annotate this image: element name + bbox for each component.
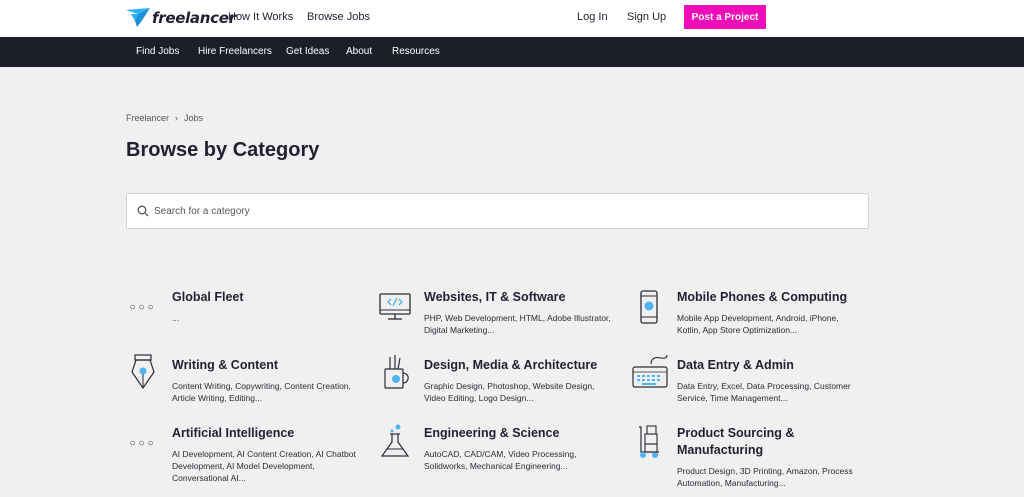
dots-icon: ○○○ bbox=[129, 301, 157, 313]
freelancer-logo[interactable]: freelancer bbox=[126, 6, 236, 30]
category-title[interactable]: Artificial Intelligence bbox=[172, 425, 294, 442]
category-title[interactable]: Writing & Content bbox=[172, 357, 278, 374]
browse-jobs-link[interactable]: Browse Jobs bbox=[307, 11, 370, 23]
post-project-button[interactable]: Post a Project bbox=[684, 5, 766, 29]
logo-text: freelancer bbox=[152, 9, 236, 27]
category-card-product-sourcing[interactable]: Product Sourcing & Manufacturing Product… bbox=[631, 425, 861, 491]
category-title[interactable]: Engineering & Science bbox=[424, 425, 559, 442]
monitor-code-icon bbox=[378, 290, 412, 324]
nav-find-jobs[interactable]: Find Jobs bbox=[136, 46, 179, 57]
breadcrumb-freelancer[interactable]: Freelancer bbox=[126, 113, 169, 123]
flask-icon bbox=[378, 424, 412, 458]
category-card-global-fleet[interactable]: ○○○ Global Fleet ... bbox=[126, 289, 356, 339]
category-card-data-entry[interactable]: Data Entry & Admin Data Entry, Excel, Da… bbox=[631, 354, 861, 407]
category-desc: AI Development, AI Content Creation, AI … bbox=[172, 449, 356, 483]
category-card-engineering-science[interactable]: Engineering & Science AutoCAD, CAD/CAM, … bbox=[378, 424, 608, 475]
main-nav: Find Jobs Hire Freelancers Get Ideas Abo… bbox=[0, 37, 1024, 67]
category-search-box bbox=[126, 193, 869, 229]
category-desc: Data Entry, Excel, Data Processing, Cust… bbox=[677, 381, 851, 403]
breadcrumb: Freelancer › Jobs bbox=[126, 113, 203, 123]
top-header: freelancer How It Works Browse Jobs Log … bbox=[0, 0, 1024, 37]
nav-about[interactable]: About bbox=[346, 46, 372, 57]
category-title[interactable]: Product Sourcing & Manufacturing bbox=[677, 425, 827, 459]
breadcrumb-separator: › bbox=[175, 113, 179, 123]
nav-get-ideas[interactable]: Get Ideas bbox=[286, 46, 329, 57]
signup-link[interactable]: Sign Up bbox=[627, 11, 666, 23]
category-title[interactable]: Mobile Phones & Computing bbox=[677, 289, 847, 306]
category-desc: Mobile App Development, Android, iPhone,… bbox=[677, 313, 839, 335]
category-title[interactable]: Data Entry & Admin bbox=[677, 357, 794, 374]
breadcrumb-jobs[interactable]: Jobs bbox=[184, 113, 203, 123]
category-title[interactable]: Websites, IT & Software bbox=[424, 289, 565, 306]
category-card-artificial-intelligence[interactable]: ○○○ Artificial Intelligence AI Developme… bbox=[126, 425, 356, 487]
category-desc: ... bbox=[172, 313, 180, 323]
bird-logo-icon bbox=[126, 8, 150, 27]
how-it-works-link[interactable]: How It Works bbox=[228, 11, 293, 23]
category-title[interactable]: Global Fleet bbox=[172, 289, 244, 306]
category-desc: PHP, Web Development, HTML, Adobe Illust… bbox=[424, 313, 611, 335]
category-card-mobile-phones[interactable]: Mobile Phones & Computing Mobile App Dev… bbox=[631, 289, 861, 339]
login-link[interactable]: Log In bbox=[577, 11, 608, 23]
category-desc: Content Writing, Copywriting, Content Cr… bbox=[172, 381, 351, 403]
category-card-writing-content[interactable]: Writing & Content Content Writing, Copyw… bbox=[126, 354, 356, 407]
category-title[interactable]: Design, Media & Architecture bbox=[424, 357, 597, 374]
category-desc: Graphic Design, Photoshop, Website Desig… bbox=[424, 381, 595, 403]
category-search-input[interactable] bbox=[154, 203, 754, 219]
mobile-phone-icon bbox=[631, 290, 665, 324]
pen-nib-icon bbox=[126, 354, 160, 390]
keyboard-icon bbox=[631, 354, 669, 389]
pencil-cup-icon bbox=[378, 355, 412, 389]
category-card-design-media[interactable]: Design, Media & Architecture Graphic Des… bbox=[378, 355, 608, 407]
hand-truck-icon bbox=[631, 425, 665, 459]
category-desc: AutoCAD, CAD/CAM, Video Processing, Soli… bbox=[424, 449, 577, 471]
category-desc: Product Design, 3D Printing, Amazon, Pro… bbox=[677, 466, 853, 488]
dots-icon: ○○○ bbox=[129, 437, 157, 449]
nav-hire-freelancers[interactable]: Hire Freelancers bbox=[198, 46, 272, 57]
category-card-websites-it[interactable]: Websites, IT & Software PHP, Web Develop… bbox=[378, 289, 611, 339]
page-title: Browse by Category bbox=[126, 139, 320, 161]
nav-resources[interactable]: Resources bbox=[392, 46, 440, 57]
search-icon bbox=[137, 205, 149, 217]
